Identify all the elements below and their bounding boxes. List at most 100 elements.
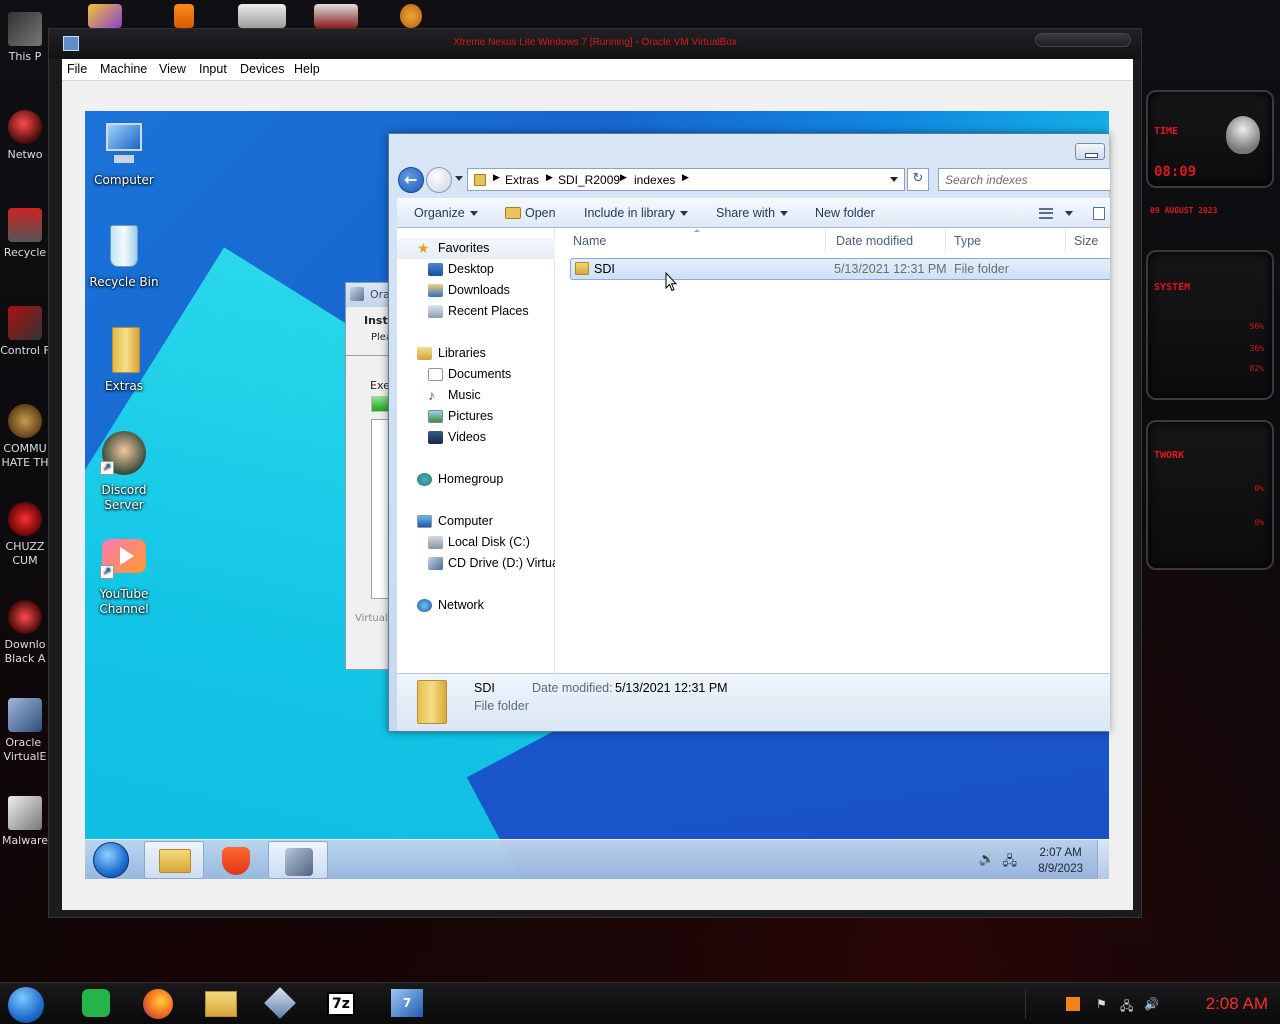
network-tray-icon[interactable]: 🖧	[1120, 997, 1134, 1013]
discord-icon: ↗	[100, 431, 148, 479]
guest-clock[interactable]: 2:07 AM 8/9/2023	[1038, 845, 1083, 877]
menu-view[interactable]: View	[159, 62, 186, 76]
windows-start-button[interactable]	[93, 842, 129, 878]
include-in-library-button[interactable]: Include in library	[584, 206, 689, 220]
nav-desktop[interactable]: Desktop	[397, 259, 555, 280]
guest-icon-label: YouTube Channel	[99, 587, 149, 616]
breadcrumb-separator-icon[interactable]: ▶	[546, 172, 553, 183]
host-taskbar-app[interactable]: 7z	[327, 989, 357, 1019]
host-top-app-icon[interactable]	[400, 4, 422, 28]
nav-favorites[interactable]: ★ Favorites	[397, 238, 555, 259]
host-icon-oracle-virtualbox[interactable]: Oracle VirtualE	[0, 698, 50, 764]
flag-icon[interactable]: ⚑	[1096, 997, 1110, 1011]
preview-pane-icon[interactable]	[1093, 207, 1105, 220]
new-folder-button[interactable]: New folder	[815, 206, 875, 220]
view-options-icon[interactable]	[1039, 208, 1053, 219]
host-icon-recycle[interactable]: Recycle	[0, 208, 50, 260]
host-clock[interactable]: 2:08 AM	[1206, 994, 1268, 1014]
volume-icon[interactable]: 🔊	[1144, 997, 1159, 1011]
address-bar[interactable]: ▶ Extras ▶ SDI_R2009 ▶ indexes ▶	[467, 168, 905, 191]
menu-help[interactable]: Help	[294, 62, 320, 76]
nav-computer[interactable]: Computer	[397, 511, 555, 532]
explorer-window[interactable]: ▶ Extras ▶ SDI_R2009 ▶ indexes ▶ ↻ Searc…	[388, 133, 1110, 732]
vlc-icon[interactable]	[174, 4, 194, 28]
taskbar-installer-button[interactable]	[268, 841, 328, 879]
menu-devices[interactable]: Devices	[240, 62, 284, 76]
guest-icon-youtube-channel[interactable]: ↗ YouTube Channel	[85, 535, 164, 617]
menu-input[interactable]: Input	[199, 62, 227, 76]
breadcrumb-extras[interactable]: Extras	[505, 173, 539, 187]
host-icon-chuzz[interactable]: CHUZZ CUM	[0, 502, 50, 568]
breadcrumb-sdi-r2009[interactable]: SDI_R2009	[558, 173, 620, 187]
nav-videos[interactable]: Videos	[397, 427, 555, 448]
column-header-type[interactable]: Type	[946, 228, 1066, 254]
breadcrumb-separator-icon[interactable]: ▶	[620, 172, 627, 183]
share-with-button[interactable]: Share with	[716, 206, 789, 220]
window-controls[interactable]	[1035, 33, 1131, 47]
nav-documents[interactable]: Documents	[397, 364, 555, 385]
column-header-name[interactable]: Name	[556, 228, 826, 254]
recent-pages-dropdown[interactable]	[455, 176, 463, 181]
open-button[interactable]: Open	[505, 206, 556, 220]
host-icon-commu[interactable]: COMMU HATE TH	[0, 404, 50, 470]
star-icon: ★	[417, 240, 430, 256]
network-tray-icon[interactable]: 🖧	[1003, 852, 1018, 874]
nav-downloads[interactable]: Downloads	[397, 280, 555, 301]
file-row[interactable]: SDI 5/13/2021 12:31 PM File folder	[570, 258, 1110, 280]
guest-icon-recycle-bin[interactable]: Recycle Bin	[85, 223, 164, 290]
tray-app-icon[interactable]	[1066, 997, 1080, 1011]
guest-icon-discord-server[interactable]: ↗ Discord Server	[85, 431, 164, 513]
money-bag-icon	[8, 404, 42, 438]
host-top-app-icon[interactable]	[314, 4, 358, 28]
column-header-date-modified[interactable]: Date modified	[826, 228, 946, 254]
nav-label: Libraries	[438, 346, 486, 360]
host-icon-this-pc[interactable]: This P	[0, 12, 50, 64]
back-button[interactable]	[398, 167, 424, 193]
host-taskbar-app[interactable]	[82, 989, 112, 1019]
breadcrumb-separator-icon[interactable]: ▶	[493, 172, 500, 183]
guest-icon-label: Computer	[94, 173, 154, 187]
search-input[interactable]: Search indexes	[938, 168, 1110, 191]
nav-pictures[interactable]: Pictures	[397, 406, 555, 427]
host-top-app-icon[interactable]	[238, 4, 286, 28]
breadcrumb-separator-icon[interactable]: ▶	[682, 172, 689, 183]
volume-icon[interactable]: 🔊	[979, 852, 995, 867]
host-icon-download[interactable]: Downlo Black A	[0, 600, 50, 666]
taskbar-explorer-button[interactable]	[144, 841, 204, 879]
nav-recent-places[interactable]: Recent Places	[397, 301, 555, 322]
host-start-button[interactable]	[8, 987, 44, 1023]
guest-icon-computer[interactable]: Computer	[85, 121, 164, 188]
forward-button[interactable]	[426, 167, 452, 193]
chevron-down-icon[interactable]	[1065, 211, 1073, 216]
refresh-button[interactable]: ↻	[907, 168, 929, 191]
navigation-pane: ★ Favorites Desktop Downloads Recent Pla…	[397, 228, 555, 673]
nav-homegroup[interactable]: Homegroup	[397, 469, 555, 490]
nav-music[interactable]: ♪ Music	[397, 385, 555, 406]
show-desktop-button[interactable]	[1097, 840, 1109, 879]
nav-libraries[interactable]: Libraries	[397, 343, 555, 364]
malware-icon	[8, 796, 42, 830]
host-icon-control-panel[interactable]: Control F	[0, 306, 50, 358]
details-type: File folder	[474, 699, 529, 713]
host-top-app-icon[interactable]	[88, 4, 122, 28]
host-taskbar-app[interactable]: 7	[391, 989, 423, 1019]
menu-machine[interactable]: Machine	[100, 62, 147, 76]
host-taskbar-app[interactable]	[143, 989, 173, 1019]
host-icon-network[interactable]: Netwo	[0, 110, 50, 162]
host-icon-malware[interactable]: Malware	[0, 796, 50, 848]
hud-system-label: SYSTEM	[1154, 282, 1191, 293]
nav-cd-drive[interactable]: CD Drive (D:) Virtual	[397, 553, 555, 574]
virtualbox-titlebar[interactable]: Xtreme Nexus Lite Windows 7 [Running] - …	[49, 29, 1141, 59]
breadcrumb-indexes[interactable]: indexes	[634, 173, 675, 187]
guest-icon-extras[interactable]: Extras	[85, 327, 164, 394]
host-taskbar-app[interactable]	[264, 987, 296, 1019]
nav-network[interactable]: Network	[397, 595, 555, 616]
address-history-dropdown[interactable]	[890, 177, 898, 182]
column-header-size[interactable]: Size	[1066, 228, 1110, 254]
menu-file[interactable]: File	[67, 62, 87, 76]
organize-button[interactable]: Organize	[414, 206, 478, 220]
nav-local-disk[interactable]: Local Disk (C:)	[397, 532, 555, 553]
minimize-button[interactable]	[1075, 143, 1105, 160]
host-taskbar-app[interactable]	[205, 989, 237, 1019]
taskbar-brave-button[interactable]	[206, 841, 266, 879]
